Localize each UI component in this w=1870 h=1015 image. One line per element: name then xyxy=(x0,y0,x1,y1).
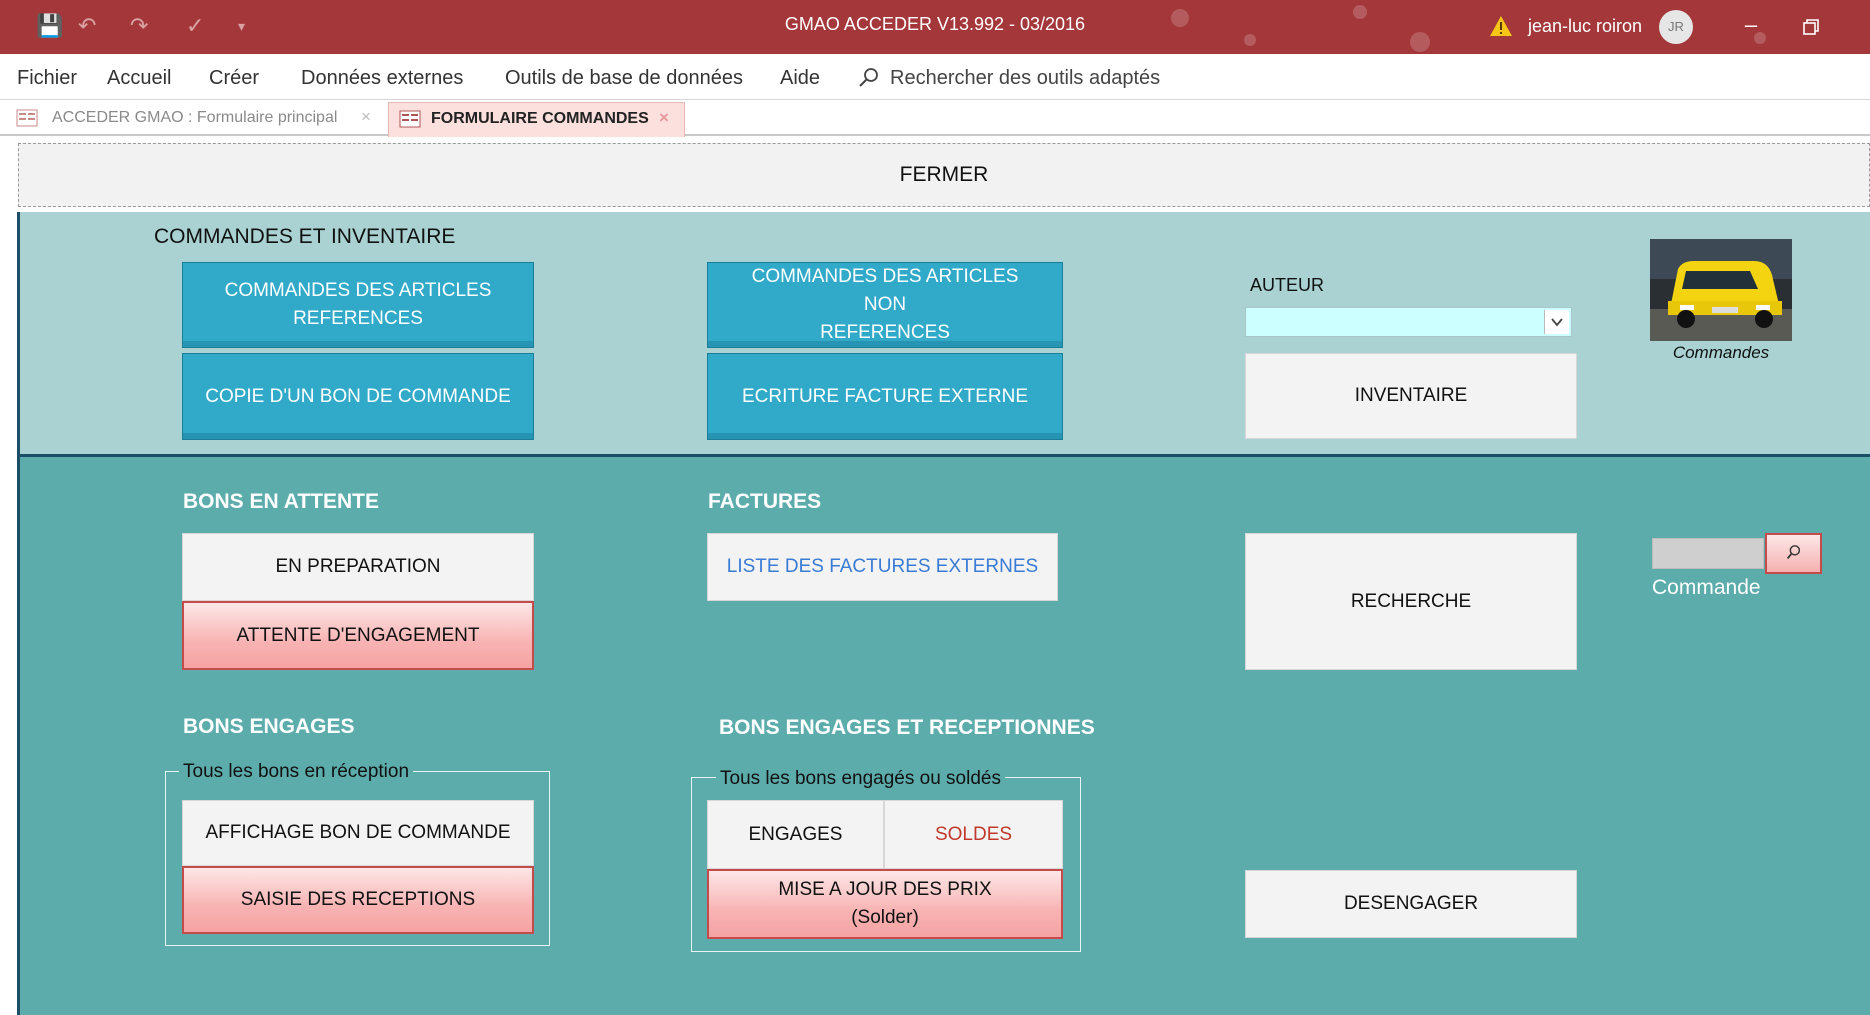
copy-order-button[interactable]: COPIE D'UN BON DE COMMANDE xyxy=(182,353,534,440)
menu-aide[interactable]: Aide xyxy=(780,67,820,90)
section-heading-orders-inventory: COMMANDES ET INVENTAIRE xyxy=(154,225,456,248)
button-label-line2: REFERENCES xyxy=(820,322,950,343)
update-prices-button[interactable]: MISE A JOUR DES PRIX (Solder) xyxy=(707,869,1063,939)
image-caption: Commandes xyxy=(1672,343,1770,362)
tab-formulaire-commandes[interactable]: FORMULAIRE COMMANDES × xyxy=(388,102,685,137)
section-heading-engaged: BONS ENGAGES xyxy=(183,715,355,738)
enter-receptions-button[interactable]: SAISIE DES RECEPTIONS xyxy=(182,866,534,934)
in-preparation-button[interactable]: EN PREPARATION xyxy=(182,533,534,601)
orders-referenced-button[interactable]: COMMANDES DES ARTICLES REFERENCES xyxy=(182,262,534,348)
avatar[interactable]: JR xyxy=(1659,10,1693,44)
menu-creer[interactable]: Créer xyxy=(209,67,259,90)
menu-bar: Fichier Accueil Créer Données externes O… xyxy=(0,54,1870,100)
section-heading-received: BONS ENGAGES ET RECEPTIONNES xyxy=(719,716,1095,739)
restore-icon[interactable] xyxy=(1796,12,1826,42)
menu-donnees-externes[interactable]: Données externes xyxy=(301,67,463,90)
search-button[interactable]: RECHERCHE xyxy=(1245,533,1577,670)
author-dropdown[interactable] xyxy=(1245,307,1572,337)
disengage-button[interactable]: DESENGAGER xyxy=(1245,870,1577,938)
inventory-button[interactable]: INVENTAIRE xyxy=(1245,353,1577,439)
external-invoice-button[interactable]: ECRITURE FACTURE EXTERNE xyxy=(707,353,1063,440)
menu-accueil[interactable]: Accueil xyxy=(107,67,171,90)
button-label-line2: (Solder) xyxy=(851,907,919,928)
close-tab-icon[interactable]: × xyxy=(361,107,371,127)
orders-non-referenced-button[interactable]: COMMANDES DES ARTICLES NON REFERENCES xyxy=(707,262,1063,348)
awaiting-commitment-button[interactable]: ATTENTE D'ENGAGEMENT xyxy=(182,601,534,670)
show-order-button[interactable]: AFFICHAGE BON DE COMMANDE xyxy=(182,800,534,866)
find-order-icon[interactable] xyxy=(1765,533,1822,574)
delivery-van-image[interactable] xyxy=(1650,239,1792,341)
order-number-label: Commande xyxy=(1652,576,1761,599)
close-tab-icon[interactable]: × xyxy=(659,108,669,128)
title-bar: 💾 ↶ ↷ ✓ ▾ GMAO ACCEDER V13.992 - 03/2016… xyxy=(0,0,1870,54)
tab-label: FORMULAIRE COMMANDES xyxy=(431,110,649,127)
minimize-icon[interactable]: – xyxy=(1736,12,1766,42)
engaged-frame-legend: Tous les bons en réception xyxy=(179,761,414,783)
settled-button[interactable]: SOLDES xyxy=(884,800,1063,869)
search-icon[interactable] xyxy=(857,66,881,90)
tab-formulaire-principal[interactable]: ACCEDER GMAO : Formulaire principal × xyxy=(6,102,382,136)
received-frame-legend: Tous les bons engagés ou soldés xyxy=(716,768,1005,790)
tab-label: ACCEDER GMAO : Formulaire principal xyxy=(52,109,338,126)
warning-icon[interactable] xyxy=(1489,14,1513,38)
document-tabs: ACCEDER GMAO : Formulaire principal × FO… xyxy=(0,100,1870,137)
tell-me-search[interactable]: Rechercher des outils adaptés xyxy=(890,67,1160,90)
author-label: AUTEUR xyxy=(1250,275,1325,295)
section-heading-invoices: FACTURES xyxy=(708,490,822,513)
button-label-line1: COMMANDES DES ARTICLES NON xyxy=(751,266,1019,315)
engaged-button[interactable]: ENGAGES xyxy=(707,800,884,869)
button-label-line1: MISE A JOUR DES PRIX xyxy=(778,879,992,900)
button-label-line2: REFERENCES xyxy=(293,308,423,329)
close-form-button[interactable]: FERMER xyxy=(18,143,1870,207)
user-name[interactable]: jean-luc roiron xyxy=(1528,16,1642,37)
menu-outils-bdd[interactable]: Outils de base de données xyxy=(505,67,743,90)
button-label-line1: COMMANDES DES ARTICLES xyxy=(224,280,492,301)
form-icon xyxy=(399,110,421,128)
menu-fichier[interactable]: Fichier xyxy=(17,67,77,90)
section-heading-pending: BONS EN ATTENTE xyxy=(183,490,380,513)
chevron-down-icon[interactable] xyxy=(1544,310,1569,334)
form-icon xyxy=(16,109,38,127)
order-number-field[interactable] xyxy=(1652,538,1764,569)
external-invoices-list-button[interactable]: LISTE DES FACTURES EXTERNES xyxy=(707,533,1058,601)
